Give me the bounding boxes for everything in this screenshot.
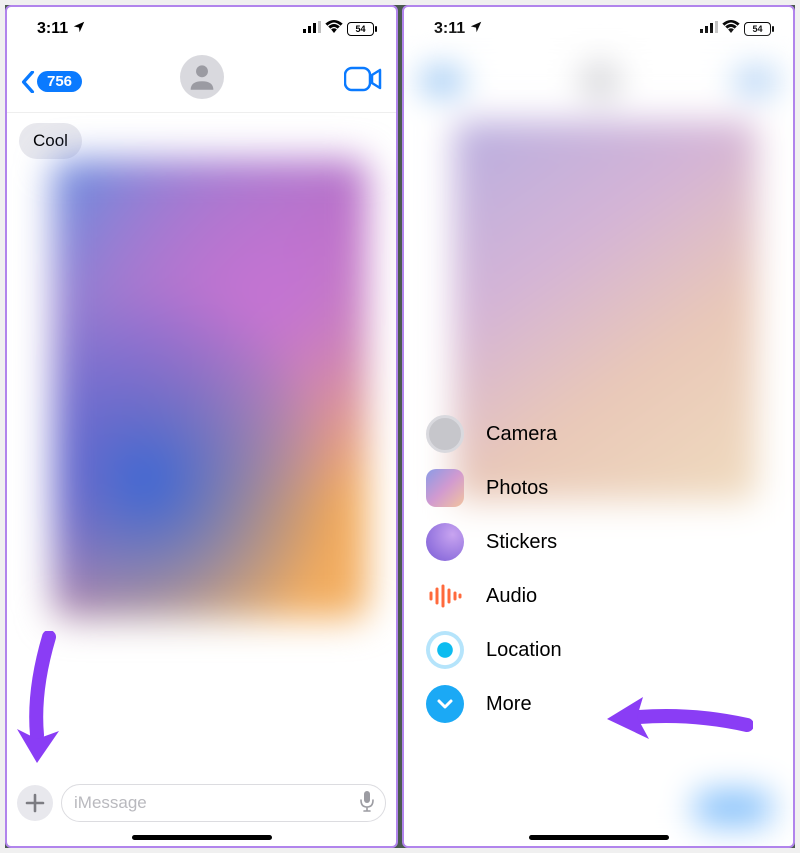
location-icon: [426, 631, 464, 669]
menu-item-stickers[interactable]: Stickers: [426, 523, 562, 561]
received-message-bubble[interactable]: Cool: [19, 123, 82, 159]
menu-label: Photos: [486, 477, 548, 500]
messages-area[interactable]: Cool: [7, 113, 396, 768]
avatar-icon: [180, 55, 224, 99]
menu-item-camera[interactable]: Camera: [426, 415, 562, 453]
battery-icon: 54: [744, 22, 771, 36]
photos-icon: [426, 469, 464, 507]
menu-label: Camera: [486, 423, 557, 446]
back-button[interactable]: 756: [21, 71, 82, 93]
status-bar: 3:11 54: [7, 7, 396, 51]
menu-label: Location: [486, 639, 562, 662]
screenshot-right: 3:11 54: [402, 5, 795, 848]
contact-avatar-button[interactable]: [180, 55, 224, 99]
unread-badge: 756: [37, 71, 82, 92]
status-time: 3:11: [434, 20, 465, 38]
blurred-image-attachment: [53, 159, 368, 619]
audio-waveform-icon: [426, 577, 464, 615]
conversation-header: 756: [7, 51, 396, 113]
status-time: 3:11: [37, 20, 68, 38]
wifi-icon: [325, 20, 343, 38]
attachments-plus-button[interactable]: [17, 785, 53, 821]
battery-icon: 54: [347, 22, 374, 36]
dictation-button[interactable]: [359, 790, 375, 817]
camera-icon: [426, 415, 464, 453]
compose-bar: iMessage: [7, 780, 396, 826]
cell-signal-icon: [700, 20, 718, 38]
stickers-icon: [426, 523, 464, 561]
attachment-menu: Camera Photos Stickers Audio Location: [426, 415, 562, 723]
chevron-down-icon: [426, 685, 464, 723]
menu-item-location[interactable]: Location: [426, 631, 562, 669]
menu-label: Audio: [486, 585, 537, 608]
menu-label: Stickers: [486, 531, 557, 554]
menu-item-photos[interactable]: Photos: [426, 469, 562, 507]
status-bar: 3:11 54: [404, 7, 793, 51]
menu-item-more[interactable]: More: [426, 685, 562, 723]
cell-signal-icon: [303, 20, 321, 38]
screenshot-left: 3:11 54 756: [5, 5, 398, 848]
message-input[interactable]: iMessage: [61, 784, 386, 822]
facetime-button[interactable]: [344, 66, 382, 97]
wifi-icon: [722, 20, 740, 38]
menu-item-audio[interactable]: Audio: [426, 577, 562, 615]
location-services-icon: [469, 20, 483, 39]
message-placeholder: iMessage: [74, 793, 147, 813]
home-indicator[interactable]: [132, 835, 272, 840]
location-services-icon: [72, 20, 86, 39]
home-indicator[interactable]: [529, 835, 669, 840]
menu-label: More: [486, 693, 532, 716]
